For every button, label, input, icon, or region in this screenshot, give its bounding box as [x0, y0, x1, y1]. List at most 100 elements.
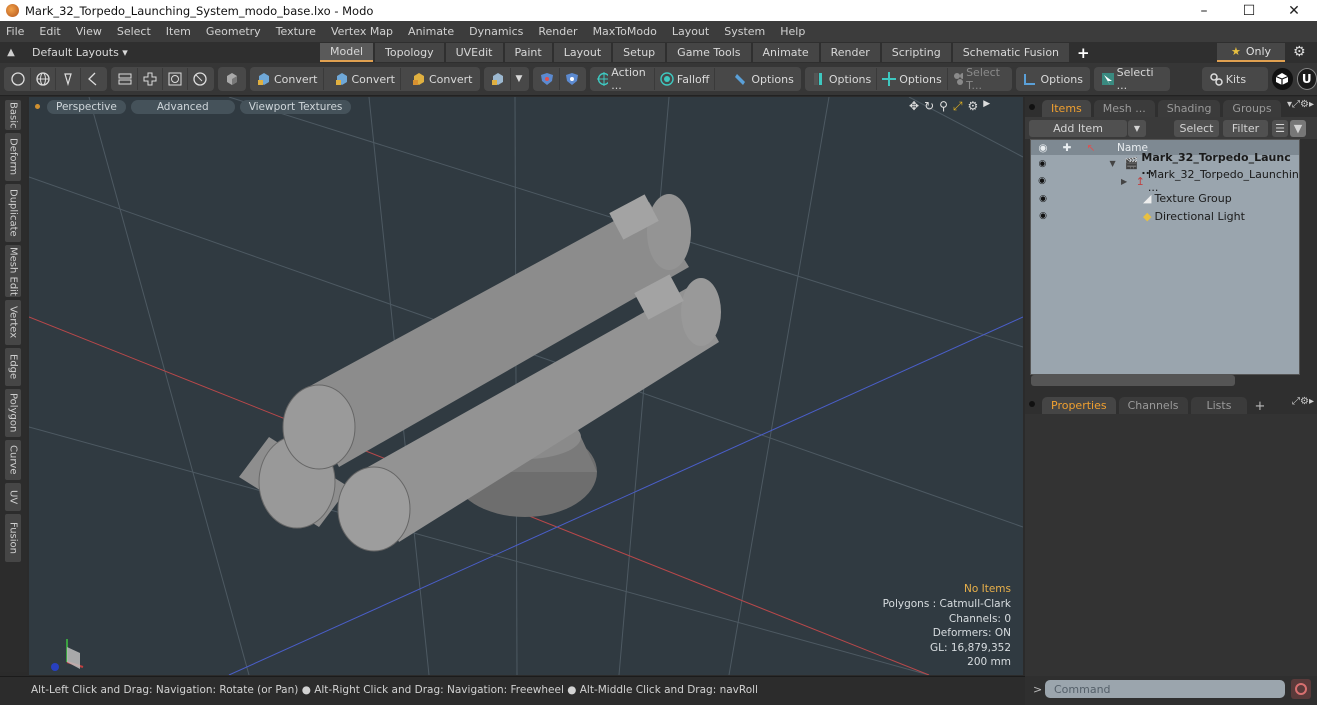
- close-button[interactable]: ✕: [1271, 0, 1317, 21]
- menu-item[interactable]: Item: [166, 25, 191, 38]
- tab-basic[interactable]: Basic: [5, 100, 21, 130]
- pan-icon[interactable]: ✥: [909, 99, 919, 114]
- edge-mode-button[interactable]: [81, 68, 105, 90]
- record-macro-button[interactable]: [1291, 679, 1311, 699]
- viewport-textures-dropdown[interactable]: Viewport Textures: [239, 99, 352, 114]
- selection-sets-button[interactable]: Selecti ...: [1096, 66, 1168, 92]
- tab-lists[interactable]: Lists: [1190, 397, 1248, 414]
- tab-mesh[interactable]: Mesh ...: [1093, 100, 1155, 117]
- shading-dropdown[interactable]: Advanced: [130, 99, 235, 114]
- panel-toggle-dot[interactable]: [1029, 401, 1035, 407]
- tab-scripting[interactable]: Scripting: [881, 43, 951, 62]
- eye-icon[interactable]: ◉: [1031, 173, 1053, 191]
- tree-row-directional-light[interactable]: ◉ ◆ Directional Light: [1031, 208, 1299, 226]
- tab-layout[interactable]: Layout: [553, 43, 612, 62]
- unreal-icon[interactable]: U: [1296, 68, 1317, 90]
- options-button-4[interactable]: Options: [1018, 68, 1087, 90]
- only-toggle[interactable]: ★ Only: [1217, 43, 1285, 62]
- menu-view[interactable]: View: [76, 25, 102, 38]
- eye-icon[interactable]: ◉: [1031, 155, 1054, 173]
- materials-mode-button[interactable]: [163, 68, 188, 90]
- type-column-icon[interactable]: ↖: [1079, 142, 1103, 154]
- tab-properties[interactable]: Properties: [1042, 397, 1116, 414]
- perspective-dropdown[interactable]: Perspective: [47, 99, 126, 114]
- tab-mesh-edit[interactable]: Mesh Edit: [5, 245, 21, 297]
- globe-mode-button[interactable]: [31, 68, 56, 90]
- zoom-icon[interactable]: ⚲: [939, 99, 948, 114]
- tab-groups[interactable]: Groups: [1223, 100, 1281, 117]
- panel-options-icons[interactable]: ▾⤢⚙▸: [1287, 99, 1314, 110]
- tab-uv[interactable]: UV: [5, 483, 21, 511]
- mesh-cube-button[interactable]: [220, 68, 244, 90]
- tab-curve[interactable]: Curve: [5, 440, 21, 480]
- menu-help[interactable]: Help: [780, 25, 805, 38]
- options-button-3[interactable]: Options: [877, 68, 948, 90]
- polygons-mode-button[interactable]: [113, 68, 138, 90]
- vertices-mode-button[interactable]: [6, 68, 31, 90]
- minimize-button[interactable]: –: [1181, 0, 1227, 21]
- maximize-viewport-icon[interactable]: ⤢: [953, 99, 963, 114]
- menu-system[interactable]: System: [724, 25, 765, 38]
- pen-mode-button[interactable]: [56, 68, 81, 90]
- add-panel-tab-button[interactable]: +: [1254, 399, 1265, 414]
- tab-paint[interactable]: Paint: [504, 43, 552, 62]
- tree-row-texture-group[interactable]: ◉ ◢ Texture Group: [1031, 190, 1299, 208]
- tab-edge[interactable]: Edge: [5, 348, 21, 386]
- options-button-2[interactable]: Options: [807, 68, 878, 90]
- menu-file[interactable]: File: [6, 25, 24, 38]
- convert-button-1[interactable]: Convert: [252, 68, 324, 90]
- eye-icon[interactable]: ◉: [1031, 190, 1055, 208]
- snap-dropdown[interactable]: ▼: [511, 68, 528, 90]
- tab-items[interactable]: Items: [1042, 100, 1091, 117]
- menu-geometry[interactable]: Geometry: [206, 25, 261, 38]
- tab-render[interactable]: Render: [820, 43, 880, 62]
- tab-setup[interactable]: Setup: [613, 43, 666, 62]
- funnel-filter-icon[interactable]: ▼: [1290, 119, 1306, 137]
- tab-duplicate[interactable]: Duplicate: [5, 184, 21, 242]
- kits-button[interactable]: Kits: [1204, 68, 1251, 90]
- tree-row-mesh[interactable]: ◉ ▶ ↥ Mark_32_Torpedo_Launchin ...: [1031, 168, 1299, 194]
- options-button-1[interactable]: Options: [729, 68, 798, 90]
- menu-render[interactable]: Render: [538, 25, 577, 38]
- lock-column-icon[interactable]: ✚: [1055, 142, 1079, 154]
- menu-edit[interactable]: Edit: [39, 25, 60, 38]
- maximize-button[interactable]: ☐: [1226, 0, 1272, 21]
- symmetry-button-2[interactable]: [560, 68, 584, 90]
- symmetry-button-1[interactable]: [535, 68, 561, 90]
- tab-vertex[interactable]: Vertex: [5, 300, 21, 345]
- expand-arrow-icon[interactable]: ▶: [1121, 177, 1136, 186]
- add-item-button[interactable]: Add Item: [1029, 119, 1127, 137]
- 3d-viewport[interactable]: Perspective Advanced Viewport Textures ✥…: [29, 97, 1023, 675]
- tab-animate[interactable]: Animate: [752, 43, 819, 62]
- tab-shading[interactable]: Shading: [1157, 100, 1221, 117]
- tab-deform[interactable]: Deform: [5, 133, 21, 181]
- convert-button-2[interactable]: Convert: [330, 68, 401, 90]
- tree-horizontal-scrollbar[interactable]: [1031, 375, 1235, 386]
- tab-game-tools[interactable]: Game Tools: [667, 43, 751, 62]
- unity-icon[interactable]: [1272, 68, 1293, 90]
- menu-animate[interactable]: Animate: [408, 25, 454, 38]
- menu-maxtomodo[interactable]: MaxToModo: [593, 25, 657, 38]
- panel-options-icons[interactable]: ⤢⚙▸: [1292, 396, 1314, 407]
- snap-cube-button[interactable]: [486, 68, 511, 90]
- tab-uvedit[interactable]: UVEdit: [445, 43, 503, 62]
- add-layout-tab-button[interactable]: +: [1077, 44, 1090, 62]
- menu-texture[interactable]: Texture: [276, 25, 316, 38]
- viewport-settings-gear-icon[interactable]: ⚙: [968, 99, 979, 114]
- tab-channels[interactable]: Channels: [1118, 397, 1188, 414]
- default-layouts-dropdown[interactable]: Default Layouts ▾: [32, 46, 314, 59]
- items-mode-button[interactable]: [138, 68, 163, 90]
- add-item-dropdown[interactable]: ▼: [1128, 119, 1146, 137]
- viewport-menu-arrow-icon[interactable]: ▶: [983, 99, 990, 114]
- rotate-icon[interactable]: ↻: [924, 99, 934, 114]
- menu-layout[interactable]: Layout: [672, 25, 709, 38]
- layout-up-icon[interactable]: ▲: [0, 47, 22, 58]
- action-center-button[interactable]: Action ...: [592, 66, 655, 92]
- pivot-mode-button[interactable]: [188, 68, 212, 90]
- select-through-button[interactable]: Select T...: [948, 66, 1011, 92]
- tab-topology[interactable]: Topology: [375, 43, 444, 62]
- menu-dynamics[interactable]: Dynamics: [469, 25, 523, 38]
- visibility-column-icon[interactable]: ◉: [1031, 142, 1055, 154]
- layout-settings-gear-icon[interactable]: ⚙: [1293, 44, 1306, 60]
- list-options-icon[interactable]: ☰: [1272, 119, 1288, 137]
